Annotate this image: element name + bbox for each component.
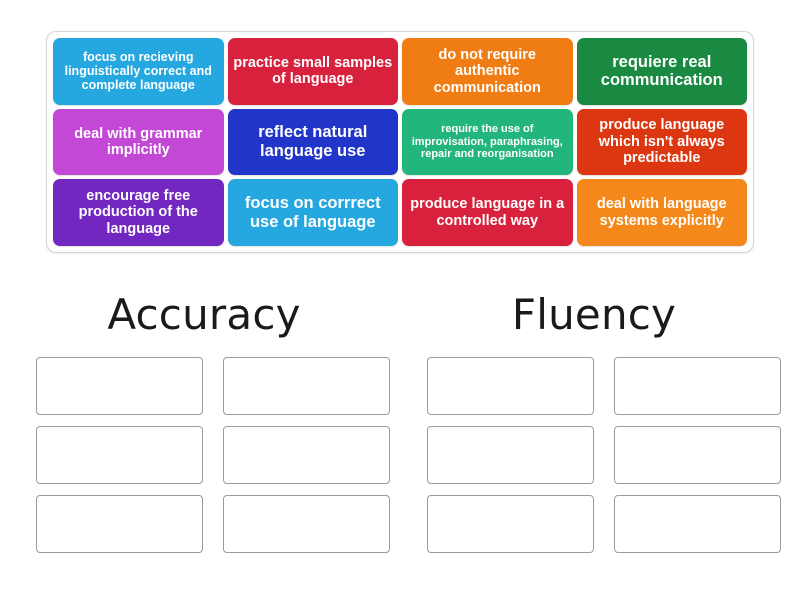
draggable-tile[interactable]: require the use of improvisation, paraph… bbox=[402, 108, 573, 176]
draggable-tile[interactable]: requiere real communication bbox=[576, 38, 747, 105]
dropzone-accuracy[interactable] bbox=[223, 426, 390, 484]
draggable-tile[interactable]: focus on corrrect use of language bbox=[227, 179, 398, 246]
dropzone-fluency[interactable] bbox=[427, 426, 594, 484]
draggable-tile[interactable]: focus on recieving linguistically correc… bbox=[53, 38, 224, 105]
dropzone-fluency[interactable] bbox=[614, 357, 781, 415]
draggable-tile[interactable]: reflect natural language use bbox=[227, 108, 398, 176]
dropzone-accuracy[interactable] bbox=[36, 495, 203, 553]
dropzone-fluency[interactable] bbox=[614, 495, 781, 553]
draggable-tile[interactable]: produce language which isn't always pred… bbox=[576, 108, 747, 176]
dropzone-accuracy[interactable] bbox=[36, 426, 203, 484]
tile-grid: focus on recieving linguistically correc… bbox=[53, 38, 747, 246]
draggable-tile[interactable]: deal with grammar implicitly bbox=[53, 108, 224, 176]
category-heading-fluency: Fluency bbox=[511, 290, 677, 339]
dropzone-fluency[interactable] bbox=[614, 426, 781, 484]
dropzone-group-fluency bbox=[427, 357, 781, 553]
dropzone-accuracy[interactable] bbox=[36, 357, 203, 415]
dropzone-accuracy[interactable] bbox=[223, 495, 390, 553]
draggable-tile[interactable]: produce language in a controlled way bbox=[402, 179, 573, 246]
tile-tray-panel: focus on recieving linguistically correc… bbox=[46, 31, 754, 253]
dropzone-fluency[interactable] bbox=[427, 357, 594, 415]
draggable-tile[interactable]: do not require authentic communication bbox=[402, 38, 573, 105]
dropzone-group-accuracy bbox=[36, 357, 390, 553]
draggable-tile[interactable]: deal with language systems explicitly bbox=[576, 179, 747, 246]
draggable-tile[interactable]: encourage free production of the languag… bbox=[53, 179, 224, 246]
category-heading-accuracy: Accuracy bbox=[107, 290, 301, 339]
dropzone-fluency[interactable] bbox=[427, 495, 594, 553]
draggable-tile[interactable]: practice small samples of language bbox=[227, 38, 398, 105]
dropzone-accuracy[interactable] bbox=[223, 357, 390, 415]
